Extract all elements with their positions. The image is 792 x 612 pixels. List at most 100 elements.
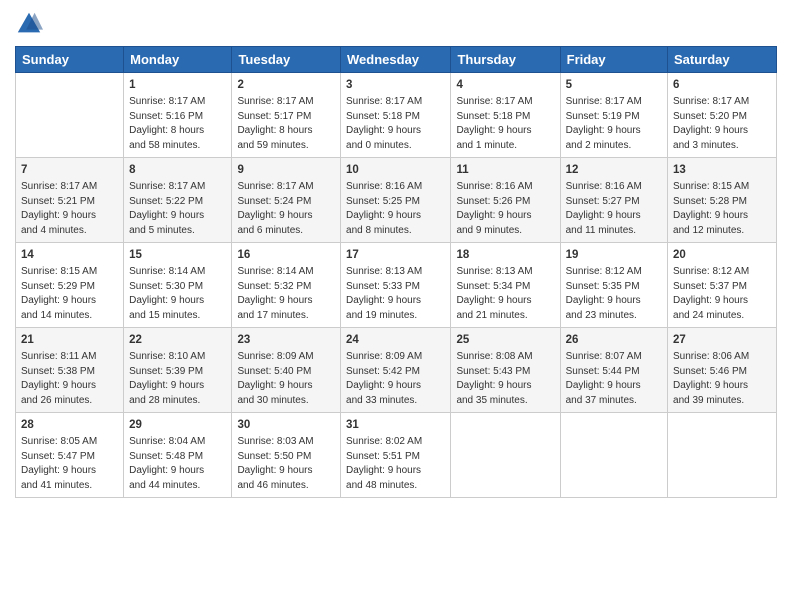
- day-cell: 24Sunrise: 8:09 AM Sunset: 5:42 PM Dayli…: [341, 328, 451, 413]
- day-info: Sunrise: 8:04 AM Sunset: 5:48 PM Dayligh…: [129, 435, 226, 493]
- day-info: Sunrise: 8:12 AM Sunset: 5:37 PM Dayligh…: [673, 265, 771, 323]
- day-cell: 27Sunrise: 8:06 AM Sunset: 5:46 PM Dayli…: [668, 328, 777, 413]
- day-info: Sunrise: 8:14 AM Sunset: 5:30 PM Dayligh…: [129, 265, 226, 323]
- day-number: 23: [237, 332, 335, 348]
- day-info: Sunrise: 8:13 AM Sunset: 5:34 PM Dayligh…: [456, 265, 554, 323]
- day-info: Sunrise: 8:17 AM Sunset: 5:19 PM Dayligh…: [566, 95, 662, 153]
- day-number: 10: [346, 162, 445, 178]
- day-number: 16: [237, 247, 335, 263]
- day-cell: 9 Sunrise: 8:17 AM Sunset: 5:24 PM Daylig…: [232, 158, 341, 243]
- day-number: 1: [129, 77, 226, 93]
- day-info: Sunrise: 8:17 AM Sunset: 5:18 PM Dayligh…: [346, 95, 445, 153]
- day-info: Sunrise: 8:09 AM Sunset: 5:40 PM Dayligh…: [237, 350, 335, 408]
- day-number: 6: [673, 77, 771, 93]
- day-number: 13: [673, 162, 771, 178]
- day-cell: 17 Sunrise: 8:13 AM Sunset: 5:33 PM Dayli…: [341, 243, 451, 328]
- weekday-header-wednesday: Wednesday: [341, 47, 451, 73]
- day-cell: [560, 413, 667, 498]
- header: [15, 10, 777, 38]
- day-info: Sunrise: 8:09 AM Sunset: 5:42 PM Dayligh…: [346, 350, 445, 408]
- day-number: 11: [456, 162, 554, 178]
- day-info: Sunrise: 8:17 AM Sunset: 5:16 PM Dayligh…: [129, 95, 226, 153]
- day-cell: 2Sunrise: 8:17 AM Sunset: 5:17 PM Daylig…: [232, 73, 341, 158]
- day-info: Sunrise: 8:02 AM Sunset: 5:51 PM Dayligh…: [346, 435, 445, 493]
- day-number: 14: [21, 247, 118, 263]
- day-info: Sunrise: 8:16 AM Sunset: 5:26 PM Dayligh…: [456, 180, 554, 238]
- weekday-header-monday: Monday: [124, 47, 232, 73]
- week-row-1: 1 Sunrise: 8:17 AM Sunset: 5:16 PM Daylig…: [16, 73, 777, 158]
- day-number: 28: [21, 417, 118, 433]
- day-cell: [668, 413, 777, 498]
- weekday-header-tuesday: Tuesday: [232, 47, 341, 73]
- day-cell: 8 Sunrise: 8:17 AM Sunset: 5:22 PM Daylig…: [124, 158, 232, 243]
- weekday-header-friday: Friday: [560, 47, 667, 73]
- day-info: Sunrise: 8:07 AM Sunset: 5:44 PM Dayligh…: [566, 350, 662, 408]
- day-number: 9: [237, 162, 335, 178]
- day-cell: 15 Sunrise: 8:14 AM Sunset: 5:30 PM Dayli…: [124, 243, 232, 328]
- day-number: 30: [237, 417, 335, 433]
- day-cell: 25 Sunrise: 8:08 AM Sunset: 5:43 PM Dayli…: [451, 328, 560, 413]
- day-info: Sunrise: 8:17 AM Sunset: 5:24 PM Dayligh…: [237, 180, 335, 238]
- day-info: Sunrise: 8:14 AM Sunset: 5:32 PM Dayligh…: [237, 265, 335, 323]
- week-row-4: 21 Sunrise: 8:11 AM Sunset: 5:38 PM Dayli…: [16, 328, 777, 413]
- day-cell: 7 Sunrise: 8:17 AM Sunset: 5:21 PM Daylig…: [16, 158, 124, 243]
- day-number: 7: [21, 162, 118, 178]
- day-info: Sunrise: 8:16 AM Sunset: 5:27 PM Dayligh…: [566, 180, 662, 238]
- day-cell: 5 Sunrise: 8:17 AM Sunset: 5:19 PM Daylig…: [560, 73, 667, 158]
- calendar-table: SundayMondayTuesdayWednesdayThursdayFrid…: [15, 46, 777, 498]
- day-cell: 31 Sunrise: 8:02 AM Sunset: 5:51 PM Dayli…: [341, 413, 451, 498]
- day-info: Sunrise: 8:06 AM Sunset: 5:46 PM Dayligh…: [673, 350, 771, 408]
- day-number: 15: [129, 247, 226, 263]
- day-number: 19: [566, 247, 662, 263]
- day-info: Sunrise: 8:12 AM Sunset: 5:35 PM Dayligh…: [566, 265, 662, 323]
- day-cell: 20 Sunrise: 8:12 AM Sunset: 5:37 PM Dayli…: [668, 243, 777, 328]
- day-cell: 10Sunrise: 8:16 AM Sunset: 5:25 PM Dayli…: [341, 158, 451, 243]
- day-number: 29: [129, 417, 226, 433]
- day-cell: 13Sunrise: 8:15 AM Sunset: 5:28 PM Dayli…: [668, 158, 777, 243]
- day-cell: [16, 73, 124, 158]
- day-number: 8: [129, 162, 226, 178]
- day-number: 31: [346, 417, 445, 433]
- weekday-header-row: SundayMondayTuesdayWednesdayThursdayFrid…: [16, 47, 777, 73]
- day-info: Sunrise: 8:17 AM Sunset: 5:17 PM Dayligh…: [237, 95, 335, 153]
- day-info: Sunrise: 8:05 AM Sunset: 5:47 PM Dayligh…: [21, 435, 118, 493]
- day-cell: 4Sunrise: 8:17 AM Sunset: 5:18 PM Daylig…: [451, 73, 560, 158]
- day-cell: 30Sunrise: 8:03 AM Sunset: 5:50 PM Dayli…: [232, 413, 341, 498]
- day-cell: 6 Sunrise: 8:17 AM Sunset: 5:20 PM Daylig…: [668, 73, 777, 158]
- day-info: Sunrise: 8:15 AM Sunset: 5:29 PM Dayligh…: [21, 265, 118, 323]
- day-number: 20: [673, 247, 771, 263]
- day-cell: 26 Sunrise: 8:07 AM Sunset: 5:44 PM Dayli…: [560, 328, 667, 413]
- weekday-header-thursday: Thursday: [451, 47, 560, 73]
- week-row-3: 14 Sunrise: 8:15 AM Sunset: 5:29 PM Dayli…: [16, 243, 777, 328]
- day-info: Sunrise: 8:17 AM Sunset: 5:20 PM Dayligh…: [673, 95, 771, 153]
- day-cell: 19 Sunrise: 8:12 AM Sunset: 5:35 PM Dayli…: [560, 243, 667, 328]
- weekday-header-saturday: Saturday: [668, 47, 777, 73]
- day-cell: 3Sunrise: 8:17 AM Sunset: 5:18 PM Daylig…: [341, 73, 451, 158]
- logo: [15, 10, 47, 38]
- weekday-header-sunday: Sunday: [16, 47, 124, 73]
- day-info: Sunrise: 8:08 AM Sunset: 5:43 PM Dayligh…: [456, 350, 554, 408]
- page: SundayMondayTuesdayWednesdayThursdayFrid…: [0, 0, 792, 612]
- day-cell: 14 Sunrise: 8:15 AM Sunset: 5:29 PM Dayli…: [16, 243, 124, 328]
- day-cell: 16 Sunrise: 8:14 AM Sunset: 5:32 PM Dayli…: [232, 243, 341, 328]
- day-number: 22: [129, 332, 226, 348]
- day-cell: [451, 413, 560, 498]
- day-number: 12: [566, 162, 662, 178]
- day-cell: 1 Sunrise: 8:17 AM Sunset: 5:16 PM Daylig…: [124, 73, 232, 158]
- day-info: Sunrise: 8:10 AM Sunset: 5:39 PM Dayligh…: [129, 350, 226, 408]
- day-cell: 22 Sunrise: 8:10 AM Sunset: 5:39 PM Dayli…: [124, 328, 232, 413]
- day-number: 26: [566, 332, 662, 348]
- day-info: Sunrise: 8:17 AM Sunset: 5:21 PM Dayligh…: [21, 180, 118, 238]
- day-cell: 12 Sunrise: 8:16 AM Sunset: 5:27 PM Dayli…: [560, 158, 667, 243]
- day-info: Sunrise: 8:11 AM Sunset: 5:38 PM Dayligh…: [21, 350, 118, 408]
- day-number: 5: [566, 77, 662, 93]
- day-info: Sunrise: 8:13 AM Sunset: 5:33 PM Dayligh…: [346, 265, 445, 323]
- day-number: 21: [21, 332, 118, 348]
- day-info: Sunrise: 8:17 AM Sunset: 5:22 PM Dayligh…: [129, 180, 226, 238]
- day-number: 25: [456, 332, 554, 348]
- day-number: 4: [456, 77, 554, 93]
- day-number: 17: [346, 247, 445, 263]
- day-cell: 18 Sunrise: 8:13 AM Sunset: 5:34 PM Dayli…: [451, 243, 560, 328]
- day-cell: 28 Sunrise: 8:05 AM Sunset: 5:47 PM Dayli…: [16, 413, 124, 498]
- day-number: 18: [456, 247, 554, 263]
